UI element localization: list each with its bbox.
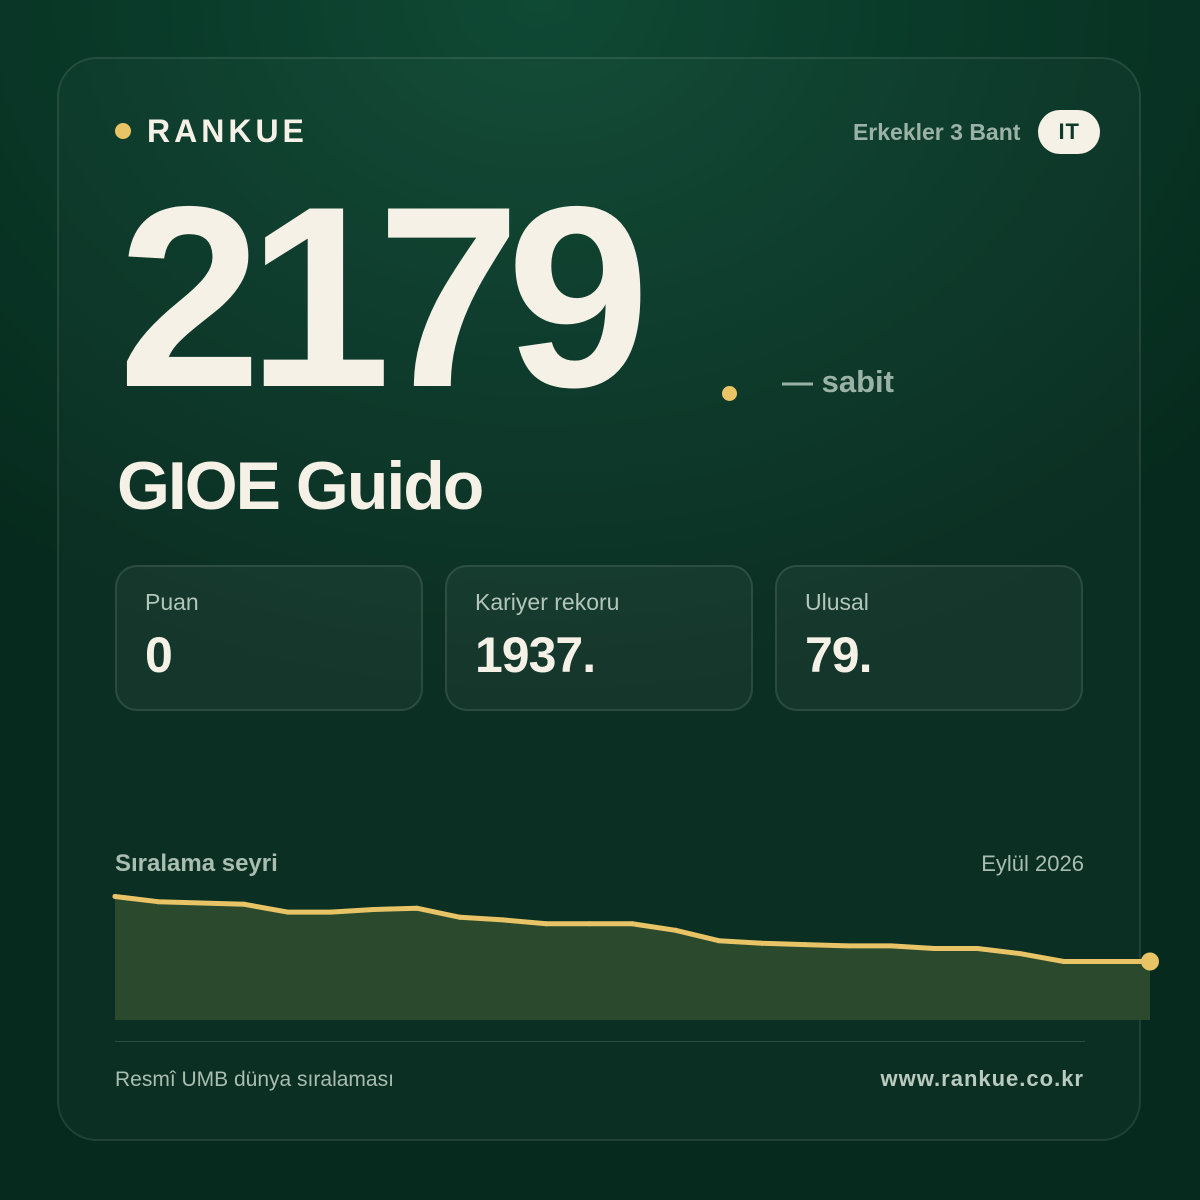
player-name: GIOE Guido [117,448,484,524]
stat-label: Kariyer rekoru [475,589,620,615]
category-info: Erkekler 3 Bant IT [853,110,1100,154]
brand-name: RANKUE [147,112,308,149]
footer-divider [115,1041,1085,1042]
footer-url[interactable]: www.rankue.co.kr [881,1066,1084,1092]
footer-source: Resmî UMB dünya sıralaması [115,1068,394,1091]
stat-value: 79. [805,627,873,683]
stat-value: 1937. [475,627,596,683]
trend-date: Eylül 2026 [981,851,1084,876]
stat-card-points: Puan 0 [115,565,423,711]
brand: RANKUE [115,112,308,150]
rank-change: — sabit [782,364,894,399]
stat-card-career-best: Kariyer rekoru 1937. [445,565,753,711]
rank-dot-icon [722,386,737,401]
brand-dot-icon [115,123,131,139]
category-label: Erkekler 3 Bant [852,118,1021,145]
trend-point [1147,959,1153,964]
world-rank: 2179 [118,152,650,441]
stat-label: Ulusal [805,589,869,615]
stat-label: Puan [145,589,199,615]
country-badge: IT [1038,110,1100,154]
trend-title: Sıralama seyri [115,850,278,877]
trend-end-dot [1141,952,1159,971]
stat-value: 0 [145,627,173,683]
stat-card-national: Ulusal 79. [775,565,1083,711]
